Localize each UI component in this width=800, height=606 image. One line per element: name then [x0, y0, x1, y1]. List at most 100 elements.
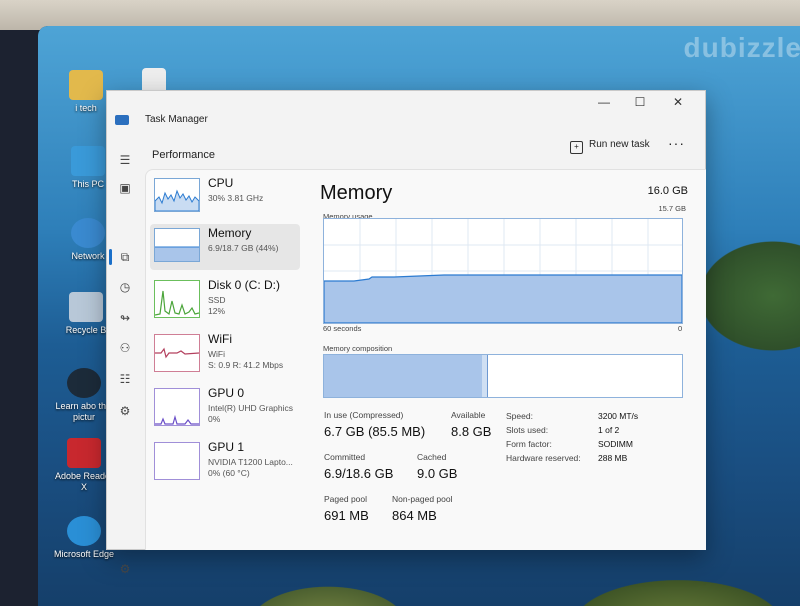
- minimize-button[interactable]: —: [589, 93, 619, 111]
- modified-segment: [481, 355, 489, 397]
- perf-item-subtext: NVIDIA T1200 Lapto... 0% (60 °C): [208, 457, 293, 479]
- memory-composition-bar: [323, 354, 683, 398]
- perf-item-gpu1[interactable]: GPU 1 NVIDIA T1200 Lapto... 0% (60 °C): [150, 438, 300, 484]
- perf-item-wifi[interactable]: WiFi WiFi S: 0.9 R: 41.2 Mbps: [150, 330, 300, 376]
- new-task-icon: +: [570, 141, 583, 154]
- committed-label: Committed: [324, 452, 366, 462]
- desktop-icon-label: This PC: [71, 179, 104, 189]
- memory-heading: Memory: [320, 182, 393, 204]
- perf-item-name: Memory: [208, 226, 252, 240]
- hamburger-menu-icon[interactable]: ☰: [113, 149, 137, 171]
- perf-item-model: Intel(R) UHD Graphics: [208, 403, 294, 413]
- perf-item-name: Disk 0 (C: D:): [208, 278, 280, 292]
- run-new-task-button[interactable]: + Run new task: [570, 139, 650, 154]
- slots-used-value: 1 of 2: [598, 425, 620, 435]
- active-tab-indicator: [109, 249, 112, 265]
- services-icon[interactable]: ⚙: [113, 400, 137, 422]
- perf-item-cpu[interactable]: CPU 30% 3.81 GHz: [150, 174, 300, 220]
- gpu1-sparkline: [154, 442, 200, 480]
- non-paged-pool-value: 864 MB: [392, 508, 437, 523]
- speed-value: 3200 MT/s: [598, 411, 639, 421]
- maximize-button[interactable]: ☐: [625, 93, 655, 111]
- committed-value: 6.9/18.6 GB: [324, 466, 394, 481]
- cached-value: 9.0 GB: [417, 466, 458, 481]
- monitor-icon: [71, 146, 105, 176]
- perf-item-name: GPU 1: [208, 440, 245, 454]
- page-title: Performance: [152, 149, 215, 161]
- app-history-icon[interactable]: ◷: [113, 276, 137, 298]
- perf-item-subtext: Intel(R) UHD Graphics 0%: [208, 403, 293, 425]
- hardware-reserved-value: 288 MB: [598, 453, 628, 463]
- recycle-bin-icon: [69, 292, 103, 322]
- more-options-icon[interactable]: ···: [668, 135, 685, 151]
- perf-item-throughput: S: 0.9 R: 41.2 Mbps: [208, 360, 284, 370]
- folder-icon: [69, 70, 103, 100]
- performance-panel: CPU 30% 3.81 GHz Memory 6.9/18.7 GB (44%…: [145, 169, 706, 550]
- speed-label: Speed:: [506, 411, 533, 421]
- desktop-icon-label: i tech: [75, 103, 97, 113]
- time-axis-zero: 0: [678, 324, 683, 333]
- perf-item-usage: 0%: [208, 414, 221, 424]
- perf-item-model: NVIDIA T1200 Lapto...: [208, 457, 293, 467]
- details-icon[interactable]: ☷: [113, 368, 137, 390]
- wifi-sparkline: [154, 334, 200, 372]
- watermark-text: dubizzle: [683, 32, 800, 63]
- form-factor-value: SODIMM: [598, 439, 633, 449]
- task-manager-window: Task Manager — ☐ ✕ ☰ ▣ ⧉ ◷ ↬ ⚇ ☷ ⚙ ⚙ Per…: [106, 90, 706, 576]
- desktop-icon-label: Network: [71, 251, 105, 261]
- title-bar[interactable]: Task Manager — ☐ ✕: [107, 91, 705, 131]
- close-button[interactable]: ✕: [663, 93, 693, 111]
- desktop-icon-label: Microsoft Edge: [53, 549, 115, 559]
- task-manager-app-icon: [115, 115, 129, 125]
- startup-apps-icon[interactable]: ↬: [113, 307, 137, 329]
- perf-item-subtext: 6.9/18.7 GB (44%): [208, 243, 279, 253]
- hardware-reserved-label: Hardware reserved:: [506, 453, 581, 463]
- edge-icon: [67, 516, 101, 546]
- perf-item-subtext: 30% 3.81 GHz: [208, 193, 264, 203]
- perf-item-usage: 0% (60 °C): [208, 468, 250, 478]
- paged-pool-label: Paged pool: [324, 494, 368, 504]
- memory-usage-max: 15.7 GB: [658, 204, 686, 213]
- settings-gear-icon[interactable]: ⚙: [113, 558, 137, 580]
- pdf-icon: [67, 438, 101, 468]
- perf-item-name: CPU: [208, 176, 234, 190]
- perf-item-adapter: WiFi: [208, 349, 225, 359]
- run-new-task-label: Run new task: [589, 139, 650, 150]
- memory-composition-label: Memory composition: [323, 344, 393, 353]
- gpu0-sparkline: [154, 388, 200, 426]
- in-use-label: In use (Compressed): [324, 410, 404, 420]
- navigation-rail: ☰ ▣ ⧉ ◷ ↬ ⚇ ☷ ⚙ ⚙: [107, 131, 145, 576]
- cached-label: Cached: [417, 452, 447, 462]
- disk-sparkline: [154, 280, 200, 318]
- processes-icon[interactable]: ▣: [113, 177, 137, 199]
- paged-pool-value: 691 MB: [324, 508, 369, 523]
- form-factor-label: Form factor:: [506, 439, 552, 449]
- available-label: Available: [451, 410, 486, 420]
- perf-item-usage: 12%: [208, 306, 226, 316]
- perf-item-name: WiFi: [208, 332, 232, 346]
- memory-total: 16.0 GB: [647, 185, 688, 197]
- desktop-icon-label: Learn abo this pictur: [55, 401, 113, 422]
- memory-usage-plot: [324, 219, 682, 323]
- perf-item-type: SSD: [208, 295, 226, 305]
- non-paged-pool-label: Non-paged pool: [392, 494, 453, 504]
- perf-item-memory[interactable]: Memory 6.9/18.7 GB (44%): [150, 224, 300, 270]
- perf-item-gpu0[interactable]: GPU 0 Intel(R) UHD Graphics 0%: [150, 384, 300, 430]
- perf-item-disk[interactable]: Disk 0 (C: D:) SSD 12%: [150, 276, 300, 322]
- users-icon[interactable]: ⚇: [113, 337, 137, 359]
- network-icon: [71, 218, 105, 248]
- slots-used-label: Slots used:: [506, 425, 549, 435]
- in-use-value: 6.7 GB (85.5 MB): [324, 424, 426, 439]
- available-value: 8.8 GB: [451, 424, 492, 439]
- perf-item-name: GPU 0: [208, 386, 245, 400]
- perf-item-subtext: SSD 12%: [208, 295, 225, 317]
- memory-usage-graph: [323, 218, 683, 324]
- desktop-icon-label: Adobe Reader X: [54, 471, 114, 492]
- window-title: Task Manager: [145, 114, 208, 125]
- desktop-icon-label: Recycle B: [65, 325, 107, 335]
- time-axis-label: 60 seconds: [323, 324, 362, 333]
- memory-sparkline: [154, 228, 200, 262]
- performance-icon[interactable]: ⧉: [113, 246, 137, 268]
- camera-icon: [67, 368, 101, 398]
- in-use-segment: [324, 355, 483, 397]
